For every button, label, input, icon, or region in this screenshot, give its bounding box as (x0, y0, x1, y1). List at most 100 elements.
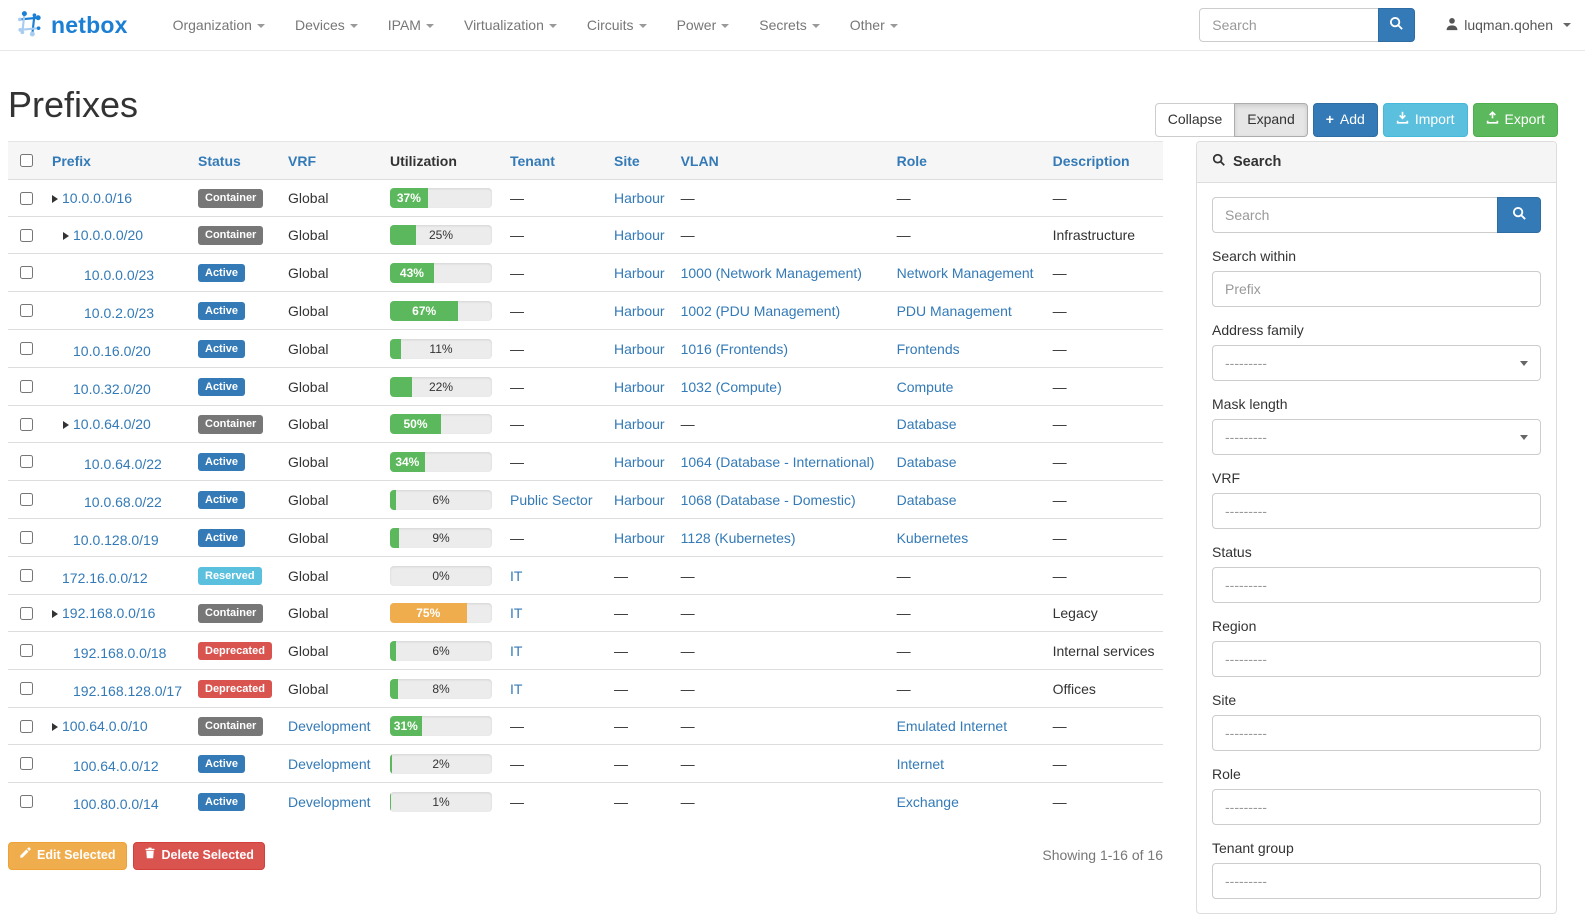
prefix-link[interactable]: 10.0.128.0/19 (73, 532, 159, 548)
role-link[interactable]: Kubernetes (897, 530, 969, 546)
sidebar-search-input[interactable] (1212, 197, 1498, 233)
vlan-link[interactable]: 1002 (PDU Management) (681, 303, 841, 319)
role-link[interactable]: Emulated Internet (897, 718, 1008, 734)
column-header-status[interactable]: Status (190, 142, 280, 180)
row-checkbox[interactable] (20, 229, 33, 242)
prefix-link[interactable]: 100.80.0.0/14 (73, 796, 159, 812)
prefix-link[interactable]: 10.0.0.0/23 (84, 267, 154, 283)
role-link[interactable]: Database (897, 492, 957, 508)
role-link[interactable]: Database (897, 416, 957, 432)
prefix-link[interactable]: 192.168.0.0/18 (73, 645, 166, 661)
tenant-link[interactable]: IT (510, 681, 522, 697)
tenant-link[interactable]: IT (510, 568, 522, 584)
role-link[interactable]: Database (897, 454, 957, 470)
role-link[interactable]: Frontends (897, 341, 960, 357)
menu-item-virtualization[interactable]: Virtualization (449, 2, 572, 48)
export-button[interactable]: Export (1473, 103, 1558, 137)
tenant-link[interactable]: Public Sector (510, 492, 592, 508)
menu-item-other[interactable]: Other (835, 2, 913, 48)
vrf-link[interactable]: Development (288, 794, 371, 810)
column-header-role[interactable]: Role (889, 142, 1045, 180)
menu-item-ipam[interactable]: IPAM (373, 2, 449, 48)
site-link[interactable]: Harbour (614, 492, 665, 508)
prefix-link[interactable]: 192.168.128.0/17 (73, 683, 182, 699)
expand-button[interactable]: Expand (1234, 103, 1307, 137)
edit-selected-button[interactable]: Edit Selected (8, 842, 127, 870)
prefix-link[interactable]: 10.0.68.0/22 (84, 494, 162, 510)
filter-search-within[interactable] (1212, 271, 1541, 307)
sidebar-search-button[interactable] (1497, 197, 1541, 233)
prefix-link[interactable]: 10.0.0.0/16 (62, 190, 132, 206)
navbar-search-input[interactable] (1199, 8, 1379, 42)
row-checkbox[interactable] (20, 757, 33, 770)
role-link[interactable]: Compute (897, 379, 954, 395)
menu-item-secrets[interactable]: Secrets (744, 2, 834, 48)
site-link[interactable]: Harbour (614, 341, 665, 357)
prefix-link[interactable]: 100.64.0.0/12 (73, 758, 159, 774)
vlan-link[interactable]: 1016 (Frontends) (681, 341, 788, 357)
filter-tenant-group[interactable]: --------- (1212, 863, 1541, 899)
prefix-link[interactable]: 10.0.16.0/20 (73, 343, 151, 359)
row-checkbox[interactable] (20, 644, 33, 657)
row-checkbox[interactable] (20, 795, 33, 808)
vlan-link[interactable]: 1128 (Kubernetes) (681, 530, 796, 546)
prefix-link[interactable]: 10.0.2.0/23 (84, 305, 154, 321)
prefix-link[interactable]: 192.168.0.0/16 (62, 605, 155, 621)
add-button[interactable]: +Add (1313, 103, 1378, 137)
column-header-tenant[interactable]: Tenant (502, 142, 606, 180)
column-header-site[interactable]: Site (606, 142, 673, 180)
row-checkbox[interactable] (20, 304, 33, 317)
prefix-link[interactable]: 100.64.0.0/10 (62, 718, 148, 734)
site-link[interactable]: Harbour (614, 265, 665, 281)
site-link[interactable]: Harbour (614, 454, 665, 470)
tenant-link[interactable]: IT (510, 605, 522, 621)
site-link[interactable]: Harbour (614, 303, 665, 319)
prefix-link[interactable]: 10.0.64.0/20 (73, 416, 151, 432)
filter-site[interactable]: --------- (1212, 715, 1541, 751)
delete-selected-button[interactable]: Delete Selected (133, 842, 265, 870)
row-checkbox[interactable] (20, 720, 33, 733)
filter-role[interactable]: --------- (1212, 789, 1541, 825)
row-checkbox[interactable] (20, 455, 33, 468)
vlan-link[interactable]: 1000 (Network Management) (681, 265, 862, 281)
vlan-link[interactable]: 1064 (Database - International) (681, 454, 875, 470)
vlan-link[interactable]: 1032 (Compute) (681, 379, 782, 395)
role-link[interactable]: Network Management (897, 265, 1034, 281)
row-checkbox[interactable] (20, 380, 33, 393)
site-link[interactable]: Harbour (614, 379, 665, 395)
netbox-brand[interactable]: netbox (14, 9, 128, 42)
filter-status[interactable]: --------- (1212, 567, 1541, 603)
column-header-vrf[interactable]: VRF (280, 142, 382, 180)
role-link[interactable]: Exchange (897, 794, 959, 810)
menu-item-organization[interactable]: Organization (158, 2, 280, 48)
row-checkbox[interactable] (20, 192, 33, 205)
filter-region[interactable]: --------- (1212, 641, 1541, 677)
filter-mask-length[interactable]: --------- (1212, 419, 1541, 455)
vrf-link[interactable]: Development (288, 756, 371, 772)
filter-input[interactable] (1225, 281, 1528, 297)
row-checkbox[interactable] (20, 569, 33, 582)
row-checkbox[interactable] (20, 682, 33, 695)
row-checkbox[interactable] (20, 342, 33, 355)
site-link[interactable]: Harbour (614, 227, 665, 243)
tenant-link[interactable]: IT (510, 643, 522, 659)
import-button[interactable]: Import (1383, 103, 1468, 137)
select-all-checkbox[interactable] (20, 154, 33, 167)
role-link[interactable]: Internet (897, 756, 944, 772)
vrf-link[interactable]: Development (288, 718, 371, 734)
column-header-description[interactable]: Description (1045, 142, 1163, 180)
prefix-link[interactable]: 10.0.64.0/22 (84, 456, 162, 472)
site-link[interactable]: Harbour (614, 530, 665, 546)
row-checkbox[interactable] (20, 493, 33, 506)
filter-address-family[interactable]: --------- (1212, 345, 1541, 381)
menu-item-power[interactable]: Power (662, 2, 745, 48)
user-menu[interactable]: luqman.qohen (1445, 17, 1571, 34)
role-link[interactable]: PDU Management (897, 303, 1012, 319)
navbar-search-button[interactable] (1378, 8, 1415, 42)
vlan-link[interactable]: 1068 (Database - Domestic) (681, 492, 856, 508)
site-link[interactable]: Harbour (614, 416, 665, 432)
prefix-link[interactable]: 10.0.0.0/20 (73, 227, 143, 243)
row-checkbox[interactable] (20, 607, 33, 620)
site-link[interactable]: Harbour (614, 190, 665, 206)
collapse-button[interactable]: Collapse (1155, 103, 1235, 137)
